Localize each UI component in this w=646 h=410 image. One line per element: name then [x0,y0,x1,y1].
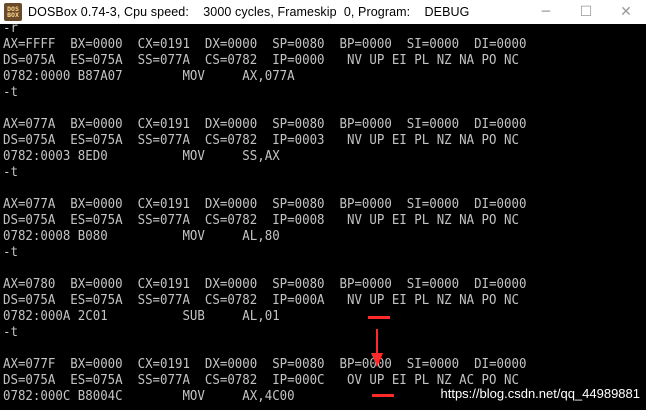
window-title: DOSBox 0.74-3, Cpu speed: 3000 cycles, F… [28,5,470,19]
terminal-line: AX=FFFF BX=0000 CX=0191 DX=0000 SP=0080 … [3,36,527,52]
terminal-line: AX=0780 BX=0000 CX=0191 DX=0000 SP=0080 … [3,276,527,292]
terminal-line: 0782:0003 8ED0 MOV SS,AX [3,148,280,164]
terminal-line: 0782:000C B8004C MOV AX,4C00 [3,388,295,404]
annotation-underline-ov [372,394,394,397]
terminal-line: -t [3,84,18,100]
terminal-line: DS=075A ES=075A SS=077A CS=0782 IP=000A … [3,292,519,308]
terminal-line: DS=075A ES=075A SS=077A CS=0782 IP=0000 … [3,52,519,68]
terminal-line: -t [3,324,18,340]
terminal-line: AX=077A BX=0000 CX=0191 DX=0000 SP=0080 … [3,196,527,212]
terminal-line: -t [3,244,18,260]
annotation-underline-nv [368,316,390,319]
window-controls: ─ ☐ ✕ [526,0,646,24]
annotation-arrow-icon [371,329,383,367]
terminal-line: DS=075A ES=075A SS=077A CS=0782 IP=0003 … [3,132,519,148]
minimize-button[interactable]: ─ [526,0,566,24]
dosbox-window: DOS BOX DOSBox 0.74-3, Cpu speed: 3000 c… [0,0,646,410]
close-button[interactable]: ✕ [606,0,646,24]
terminal-line: -t [3,164,18,180]
terminal-line: AX=077F BX=0000 CX=0191 DX=0000 SP=0080 … [3,356,527,372]
terminal-line: 0782:0000 B87A07 MOV AX,077A [3,68,295,84]
terminal-line: -r [3,24,18,36]
terminal-line: 0782:0008 B080 MOV AL,80 [3,228,280,244]
watermark: https://blog.csdn.net/qq_44989881 [440,386,641,401]
terminal-line: DS=075A ES=075A SS=077A CS=0782 IP=0008 … [3,212,519,228]
maximize-button[interactable]: ☐ [566,0,606,24]
terminal-line: 0782:000A 2C01 SUB AL,01 [3,308,280,324]
terminal-output[interactable]: -r AX=FFFF BX=0000 CX=0191 DX=0000 SP=008… [0,24,646,410]
app-icon-text-bottom: BOX [7,11,19,19]
dosbox-app-icon[interactable]: DOS BOX [4,3,22,21]
terminal-line: AX=077A BX=0000 CX=0191 DX=0000 SP=0080 … [3,116,527,132]
title-bar[interactable]: DOS BOX DOSBox 0.74-3, Cpu speed: 3000 c… [0,0,646,24]
